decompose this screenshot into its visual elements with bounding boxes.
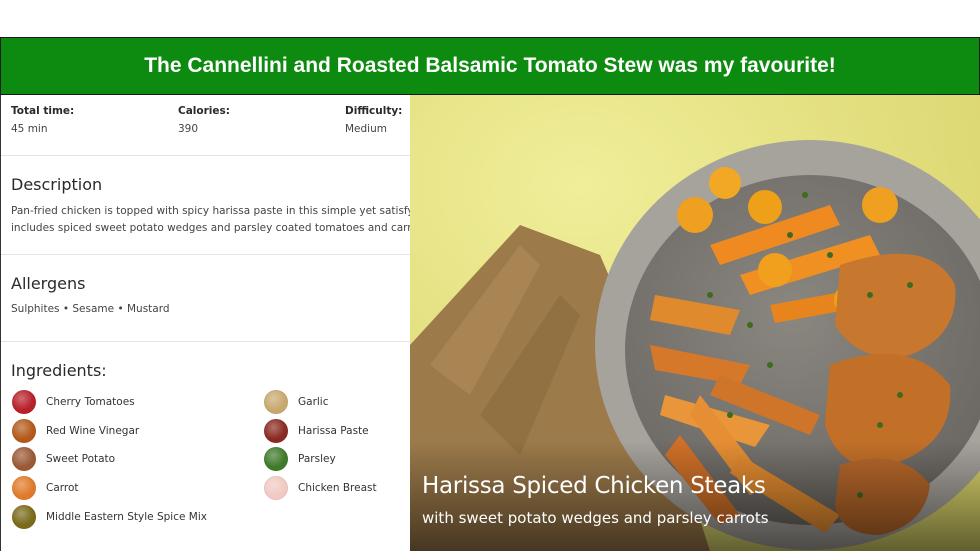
ingredient-name: Red Wine Vinegar [46, 425, 140, 437]
harissa-paste-icon [264, 419, 288, 443]
recipe-stats: Total time: 45 min Calories: 390 Difficu… [11, 105, 411, 145]
ingredient-name: Sweet Potato [46, 453, 116, 465]
ingredient-name: Carrot [46, 482, 79, 494]
ingredient-item: Harissa Paste [264, 418, 369, 444]
allergens-list: Sulphites • Sesame • Mustard [11, 303, 170, 315]
carrot-icon [12, 476, 36, 500]
cherry-tomatoes-icon [12, 390, 36, 414]
description-line: includes spiced sweet potato wedges and … [11, 222, 411, 234]
stat-label: Difficulty: [345, 105, 403, 117]
stat-label: Calories: [178, 105, 230, 117]
ingredient-name: Chicken Breast [298, 482, 377, 494]
favourite-banner: The Cannellini and Roasted Balsamic Toma… [0, 37, 980, 95]
parsley-icon [264, 447, 288, 471]
spice-mix-icon [12, 505, 36, 529]
description-heading: Description [11, 175, 103, 194]
banner-text: The Cannellini and Roasted Balsamic Toma… [144, 54, 836, 77]
chicken-breast-icon [264, 476, 288, 500]
allergens-heading: Allergens [11, 274, 86, 293]
description-line: Pan-fried chicken is topped with spicy h… [11, 205, 411, 217]
sweet-potato-icon [12, 447, 36, 471]
garlic-icon [264, 390, 288, 414]
recipe-subtitle: with sweet potato wedges and parsley car… [422, 509, 769, 527]
description-text: Pan-fried chicken is topped with spicy h… [11, 203, 411, 237]
stat-calories: Calories: 390 [178, 105, 328, 135]
ingredient-item: Cherry Tomatoes [12, 389, 135, 415]
red-wine-vinegar-icon [12, 419, 36, 443]
ingredient-name: Garlic [298, 396, 329, 408]
stat-difficulty: Difficulty: Medium [345, 105, 411, 135]
recipe-details-panel: Total time: 45 min Calories: 390 Difficu… [0, 95, 411, 551]
ingredient-item: Garlic [264, 389, 329, 415]
stat-value: 45 min [11, 123, 48, 135]
stat-label: Total time: [11, 105, 75, 117]
stat-value: Medium [345, 123, 387, 135]
ingredient-name: Parsley [298, 453, 336, 465]
ingredient-item: Red Wine Vinegar [12, 418, 139, 444]
divider [1, 155, 411, 156]
ingredient-name: Cherry Tomatoes [46, 396, 135, 408]
ingredient-item: Middle Eastern Style Spice Mix [12, 504, 207, 530]
ingredient-item: Chicken Breast [264, 475, 377, 501]
stat-value: 390 [178, 123, 199, 135]
divider [1, 254, 411, 255]
divider [1, 341, 411, 342]
ingredient-item: Carrot [12, 475, 79, 501]
ingredient-item: Sweet Potato [12, 446, 115, 472]
ingredient-item: Parsley [264, 446, 336, 472]
recipe-title: Harissa Spiced Chicken Steaks [422, 473, 766, 499]
stat-total-time: Total time: 45 min [11, 105, 161, 135]
ingredient-name: Harissa Paste [298, 425, 369, 437]
recipe-hero-image: Harissa Spiced Chicken Steaks with sweet… [410, 95, 980, 551]
top-strip [0, 0, 980, 37]
ingredient-name: Middle Eastern Style Spice Mix [46, 511, 207, 523]
ingredients-heading: Ingredients: [11, 361, 107, 380]
